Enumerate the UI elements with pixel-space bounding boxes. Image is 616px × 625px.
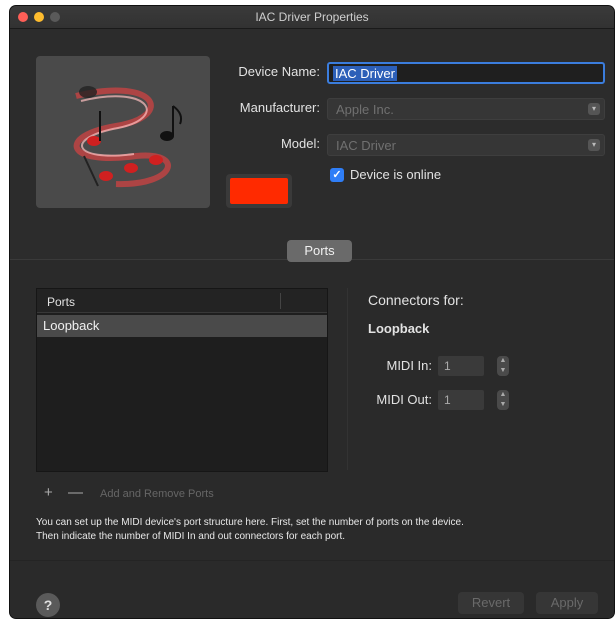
music-notes-icon	[73, 86, 183, 188]
manufacturer-label: Manufacturer:	[239, 100, 320, 115]
model-label: Model:	[280, 136, 320, 151]
connectors-title: Connectors for:	[368, 292, 464, 308]
instructions-line-1: You can set up the MIDI device's port st…	[36, 517, 464, 528]
column-separator	[280, 293, 281, 309]
device-color-well[interactable]	[226, 174, 292, 208]
apply-button[interactable]: Apply	[536, 592, 598, 614]
ports-column-header[interactable]: Ports	[37, 289, 327, 313]
iac-driver-properties-window: IAC Driver Properties Device Name: IAC D…	[10, 6, 614, 618]
ports-tab-button[interactable]: Ports	[287, 240, 352, 262]
model-dropdown-icon[interactable]: ▾	[588, 139, 600, 151]
manufacturer-field[interactable]: Apple Inc. ▾	[327, 98, 605, 120]
ports-table: Ports Loopback	[36, 288, 328, 472]
device-name-value: IAC Driver	[333, 66, 397, 81]
window-title: IAC Driver Properties	[255, 10, 369, 24]
midi-out-label: MIDI Out:	[376, 392, 432, 407]
device-online-checkbox[interactable]: ✓	[330, 168, 344, 182]
revert-button[interactable]: Revert	[458, 592, 524, 614]
midi-out-field[interactable]: 1	[438, 390, 484, 410]
port-name: Loopback	[43, 318, 100, 333]
device-icon-well[interactable]	[36, 56, 210, 208]
add-remove-ports-label: Add and Remove Ports	[100, 488, 214, 500]
color-swatch-fill	[230, 178, 288, 204]
remove-port-button[interactable]: —	[68, 484, 83, 501]
instructions-line-2: Then indicate the number of MIDI In and …	[36, 531, 346, 542]
manufacturer-placeholder: Apple Inc.	[336, 102, 394, 117]
model-field[interactable]: IAC Driver ▾	[327, 134, 605, 156]
model-placeholder: IAC Driver	[336, 138, 396, 153]
midi-in-field[interactable]: 1	[438, 356, 484, 376]
vertical-divider	[347, 288, 348, 470]
device-name-label: Device Name:	[238, 64, 320, 79]
midi-out-stepper[interactable]: ▲ ▼	[497, 390, 509, 410]
device-online-label: Device is online	[350, 167, 442, 182]
instructions-text: You can set up the MIDI device's port st…	[36, 516, 596, 544]
connectors-port-name: Loopback	[368, 321, 430, 336]
midi-in-stepper[interactable]: ▲ ▼	[497, 356, 509, 376]
add-port-button[interactable]: +	[44, 484, 53, 501]
midi-in-label: MIDI In:	[386, 358, 432, 373]
title-bar: IAC Driver Properties	[10, 6, 614, 29]
device-name-field[interactable]: IAC Driver	[327, 62, 605, 84]
device-info-section: Device Name: IAC Driver Manufacturer: Ap…	[10, 29, 614, 259]
help-button[interactable]: ?	[36, 593, 60, 617]
ports-header-label: Ports	[47, 295, 76, 309]
table-row[interactable]: Loopback	[37, 315, 327, 337]
manufacturer-dropdown-icon[interactable]: ▾	[588, 103, 600, 115]
